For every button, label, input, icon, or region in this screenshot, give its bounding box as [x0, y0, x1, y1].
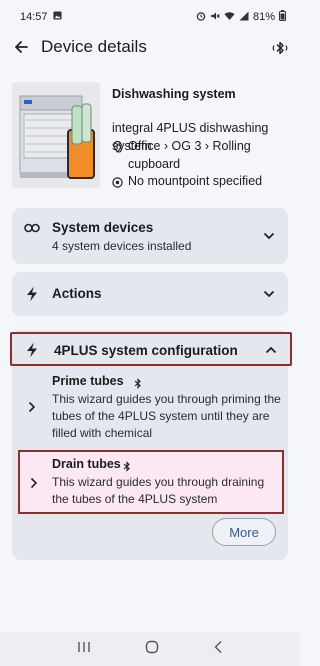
back-button[interactable] [10, 36, 32, 58]
actions-title: Actions [52, 286, 102, 301]
configuration-header[interactable]: 4PLUS system configuration [10, 332, 292, 366]
wifi-icon [224, 11, 235, 24]
target-icon [112, 175, 123, 193]
chevron-right-icon [30, 476, 38, 494]
device-location: Office › OG 3 › Rolling cupboard [112, 137, 287, 173]
recent-apps-icon [78, 642, 90, 652]
mountpoint-text: No mountpoint specified [128, 174, 263, 188]
back-icon [214, 640, 222, 653]
home-icon [145, 640, 159, 653]
status-bar: 14:57 81% [0, 0, 300, 34]
drain-tubes-item[interactable]: Drain tubes This wizard guides you throu… [18, 450, 284, 514]
bluetooth-button[interactable] [268, 36, 292, 60]
drain-tubes-title: Drain tubes [52, 457, 121, 471]
drain-tubes-description: This wizard guides you through draining … [52, 475, 265, 506]
more-button[interactable]: More [212, 518, 276, 546]
system-navigation-bar [0, 632, 300, 666]
chevron-right-icon [28, 400, 36, 418]
recent-apps-button[interactable] [77, 640, 91, 658]
home-button[interactable] [145, 640, 159, 659]
configuration-title: 4PLUS system configuration [54, 343, 238, 358]
bolt-icon [24, 286, 40, 302]
battery-percent: 81% [252, 11, 275, 23]
alarm-icon [196, 11, 206, 24]
battery-icon [279, 10, 286, 24]
system-devices-card[interactable]: System devices 4 system devices installe… [12, 208, 288, 264]
system-devices-title: System devices [52, 220, 154, 235]
image-notification-icon [52, 11, 62, 23]
signal-icon [239, 11, 249, 24]
prime-tubes-title: Prime tubes [52, 374, 124, 388]
link-icon [24, 220, 40, 236]
system-devices-subtitle: 4 system devices installed [52, 239, 192, 253]
chevron-down-icon [262, 287, 276, 301]
location-pin-icon [112, 140, 123, 158]
arrow-left-icon [15, 41, 28, 53]
nav-back-button[interactable] [213, 640, 223, 659]
bluetooth-icon [272, 41, 288, 55]
app-bar: Device details [0, 34, 300, 62]
chevron-down-icon [262, 229, 276, 243]
prime-tubes-description: This wizard guides you through priming t… [52, 392, 281, 440]
bolt-icon [24, 342, 40, 358]
device-name: Dishwashing system [112, 87, 236, 101]
status-time: 14:57 [20, 11, 48, 23]
location-text: Office › OG 3 › Rolling cupboard [128, 139, 251, 171]
device-mountpoint: No mountpoint specified [112, 172, 292, 190]
page-title: Device details [41, 37, 147, 56]
prime-tubes-item[interactable]: Prime tubes This wizard guides you throu… [10, 370, 281, 442]
actions-card[interactable]: Actions [12, 272, 288, 316]
chevron-up-icon [264, 343, 278, 357]
device-image [12, 82, 100, 188]
mute-icon [210, 11, 220, 24]
